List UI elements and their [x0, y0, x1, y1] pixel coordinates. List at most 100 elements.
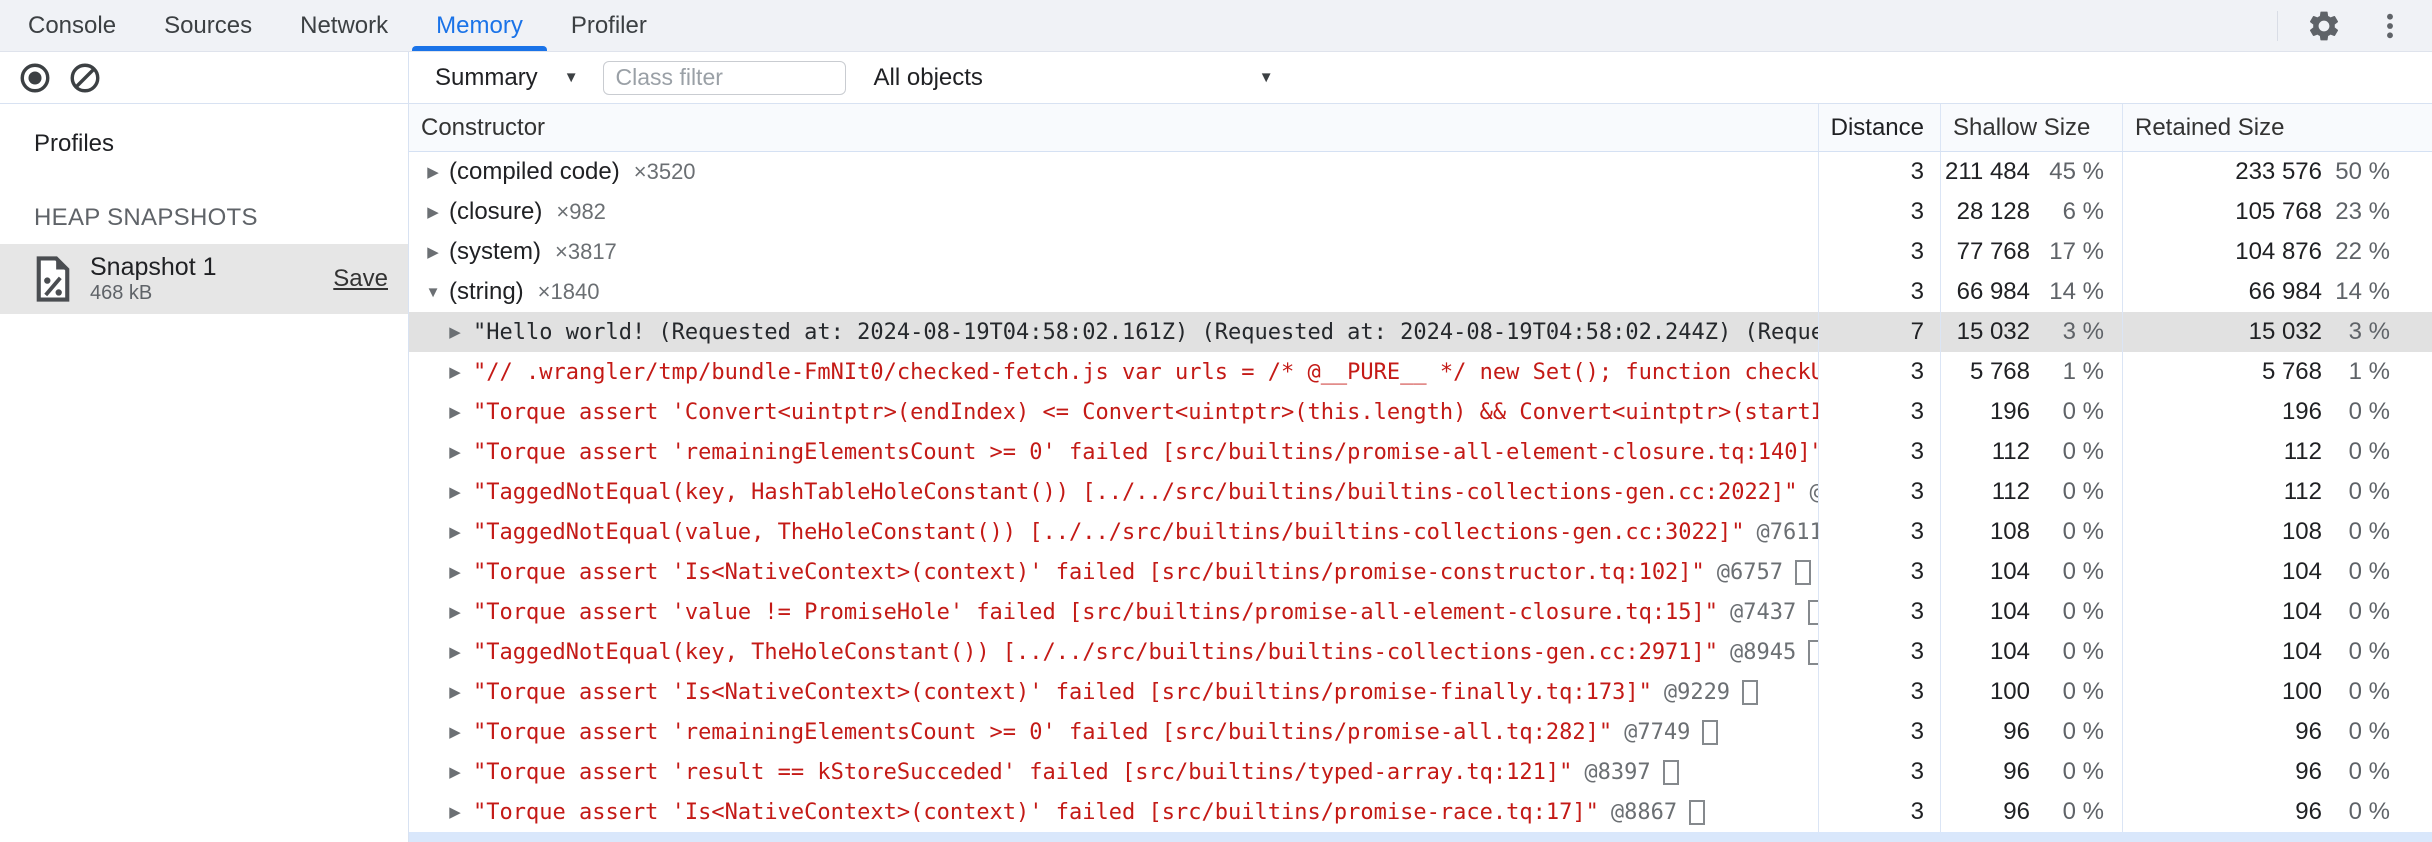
- grid-row-string[interactable]: ▶ "Torque assert 'result == kStoreSuccede…: [409, 752, 2432, 792]
- constructor-cell: ▶ "Torque assert 'Is<NativeContext>(conte…: [409, 792, 1818, 832]
- chevron-down-icon: ▼: [1258, 69, 1274, 86]
- snapshot-save-link[interactable]: Save: [333, 265, 388, 293]
- grid-rows: ▶ (compiled code) ×3520 3 211 484 45 % 233 576…: [409, 152, 2432, 832]
- grid-row-string[interactable]: ▶ "Torque assert 'remainingElementsCount …: [409, 432, 2432, 472]
- collapsed-triangle-icon[interactable]: ▶: [421, 203, 445, 221]
- retained-size-value: 100: [2281, 678, 2322, 705]
- shallow-size-value: 28 128: [1956, 198, 2030, 225]
- snapshot-list-item[interactable]: Snapshot 1 468 kB Save: [0, 244, 408, 314]
- grid-row-string[interactable]: ▶ "Hello world! (Requested at: 2024-08-19…: [409, 312, 2432, 352]
- collapsed-triangle-icon[interactable]: ▶: [443, 603, 467, 621]
- tab-sources[interactable]: Sources: [140, 0, 276, 51]
- retained-size-value: 104: [2281, 558, 2322, 585]
- collapsed-triangle-icon[interactable]: ▶: [443, 323, 467, 341]
- column-header-shallow-size[interactable]: Shallow Size: [1940, 104, 2122, 151]
- retained-size-value: 105 768: [2235, 198, 2322, 225]
- retained-size-value: 104 876: [2235, 238, 2322, 265]
- tab-profiler[interactable]: Profiler: [547, 0, 671, 51]
- collapsed-triangle-icon[interactable]: ▶: [443, 643, 467, 661]
- retained-size-cell: 96 0 %: [2122, 712, 2432, 752]
- collapsed-triangle-icon[interactable]: ▶: [443, 363, 467, 381]
- shallow-size-cell: 211 484 45 %: [1940, 152, 2122, 192]
- group-label: (closure): [449, 198, 543, 225]
- grid-row-group[interactable]: ▼ (string) ×1840 3 66 984 14 % 66 984 14 %: [409, 272, 2432, 312]
- retained-size-value: 108: [2281, 518, 2322, 545]
- constructor-cell: ▼ (string) ×1840: [409, 272, 1818, 312]
- constructor-cell: ▶ (compiled code) ×3520: [409, 152, 1818, 192]
- settings-gear-icon[interactable]: [2304, 6, 2344, 46]
- distance-cell: 3: [1818, 192, 1940, 232]
- grid-row-string[interactable]: ▶ "Torque assert 'Is<NativeContext>(conte…: [409, 792, 2432, 832]
- grid-row-string[interactable]: ▶ "TaggedNotEqual(key, TheHoleConstant())…: [409, 632, 2432, 672]
- collapsed-triangle-icon[interactable]: ▶: [443, 803, 467, 821]
- object-id: @9229: [1663, 679, 1731, 705]
- retained-size-value: 112: [2283, 438, 2322, 465]
- shallow-size-percent: 0 %: [2062, 558, 2104, 585]
- grid-row-string[interactable]: ▶ "Torque assert 'Is<NativeContext>(conte…: [409, 672, 2432, 712]
- missing-glyph-box: [1662, 759, 1679, 785]
- grid-row-string[interactable]: ▶ "Torque assert 'Convert<uintptr>(endInd…: [409, 392, 2432, 432]
- take-snapshot-record-icon[interactable]: [18, 61, 52, 95]
- grid-row-string[interactable]: ▶ "Torque assert 'value != PromiseHole' f…: [409, 592, 2432, 632]
- shallow-size-value: 196: [1989, 398, 2030, 425]
- retained-size-cell: 66 984 14 %: [2122, 272, 2432, 312]
- grid-row-string[interactable]: ▶ "TaggedNotEqual(key, HashTableHoleConst…: [409, 472, 2432, 512]
- grid-row-string[interactable]: ▶ "// .wrangler/tmp/bundle-FmNIt0/checked…: [409, 352, 2432, 392]
- objects-scope-select[interactable]: All objects ▼: [864, 58, 1284, 98]
- string-value: "Torque assert 'remainingElementsCount >…: [473, 719, 1613, 745]
- distance-cell: 3: [1818, 552, 1940, 592]
- expanded-triangle-icon[interactable]: ▼: [421, 284, 445, 301]
- grid-row-string[interactable]: ▶ "Torque assert 'Is<NativeContext>(conte…: [409, 552, 2432, 592]
- grid-row-group[interactable]: ▶ (compiled code) ×3520 3 211 484 45 % 233 576…: [409, 152, 2432, 192]
- shallow-size-percent: 0 %: [2062, 798, 2104, 825]
- collapsed-triangle-icon[interactable]: ▶: [443, 563, 467, 581]
- missing-glyph-box: [1689, 799, 1706, 825]
- clear-profiles-icon[interactable]: [68, 61, 102, 95]
- collapsed-triangle-icon[interactable]: ▶: [443, 483, 467, 501]
- string-value: "Torque assert 'result == kStoreSucceded…: [473, 759, 1573, 785]
- shallow-size-value: 104: [1989, 558, 2030, 585]
- collapsed-triangle-icon[interactable]: ▶: [443, 763, 467, 781]
- shallow-size-value: 66 984: [1956, 278, 2030, 305]
- kebab-menu-icon[interactable]: [2370, 6, 2410, 46]
- class-filter-input[interactable]: [602, 60, 846, 95]
- partially-visible-next-row[interactable]: [409, 832, 2432, 842]
- grid-row-string[interactable]: ▶ "TaggedNotEqual(value, TheHoleConstant(…: [409, 512, 2432, 552]
- snapshot-name: Snapshot 1: [90, 253, 217, 282]
- tab-network[interactable]: Network: [276, 0, 412, 51]
- column-header-distance[interactable]: Distance: [1818, 104, 1940, 151]
- column-header-retained-size[interactable]: Retained Size: [2122, 104, 2432, 151]
- shallow-size-percent: 0 %: [2062, 718, 2104, 745]
- retained-size-percent: 0 %: [2348, 438, 2390, 465]
- collapsed-triangle-icon[interactable]: ▶: [421, 163, 445, 181]
- collapsed-triangle-icon[interactable]: ▶: [443, 443, 467, 461]
- shallow-size-percent: 3 %: [2062, 318, 2104, 345]
- grid-row-string[interactable]: ▶ "Torque assert 'remainingElementsCount …: [409, 712, 2432, 752]
- grid-row-group[interactable]: ▶ (system) ×3817 3 77 768 17 % 104 876 22 %: [409, 232, 2432, 272]
- collapsed-triangle-icon[interactable]: ▶: [443, 523, 467, 541]
- instance-count: ×3520: [633, 159, 696, 184]
- heap-snapshot-data-grid: Constructor Distance Shallow Size Retain…: [409, 104, 2432, 842]
- string-value: "Torque assert 'Convert<uintptr>(endInde…: [473, 399, 1818, 425]
- shallow-size-value: 112: [1991, 438, 2030, 465]
- tab-memory[interactable]: Memory: [412, 0, 547, 51]
- shallow-size-cell: 104 0 %: [1940, 592, 2122, 632]
- shallow-size-cell: 96 0 %: [1940, 712, 2122, 752]
- tab-console[interactable]: Console: [4, 0, 140, 51]
- object-id: @8945: [1730, 639, 1797, 665]
- profiles-toolbar: [0, 52, 408, 104]
- group-label: (string): [449, 278, 524, 305]
- shallow-size-value: 96: [2003, 758, 2030, 785]
- constructor-cell: ▶ "TaggedNotEqual(value, TheHoleConstant(…: [409, 512, 1818, 552]
- collapsed-triangle-icon[interactable]: ▶: [443, 403, 467, 421]
- grid-row-group[interactable]: ▶ (closure) ×982 3 28 128 6 % 105 768 23 %: [409, 192, 2432, 232]
- collapsed-triangle-icon[interactable]: ▶: [421, 243, 445, 261]
- perspective-select[interactable]: Summary ▼: [425, 58, 589, 98]
- collapsed-triangle-icon[interactable]: ▶: [443, 683, 467, 701]
- column-header-constructor[interactable]: Constructor: [409, 104, 1818, 151]
- chevron-down-icon: ▼: [563, 69, 579, 86]
- shallow-size-percent: 0 %: [2062, 598, 2104, 625]
- shallow-size-cell: 77 768 17 %: [1940, 232, 2122, 272]
- shallow-size-value: 15 032: [1956, 318, 2030, 345]
- collapsed-triangle-icon[interactable]: ▶: [443, 723, 467, 741]
